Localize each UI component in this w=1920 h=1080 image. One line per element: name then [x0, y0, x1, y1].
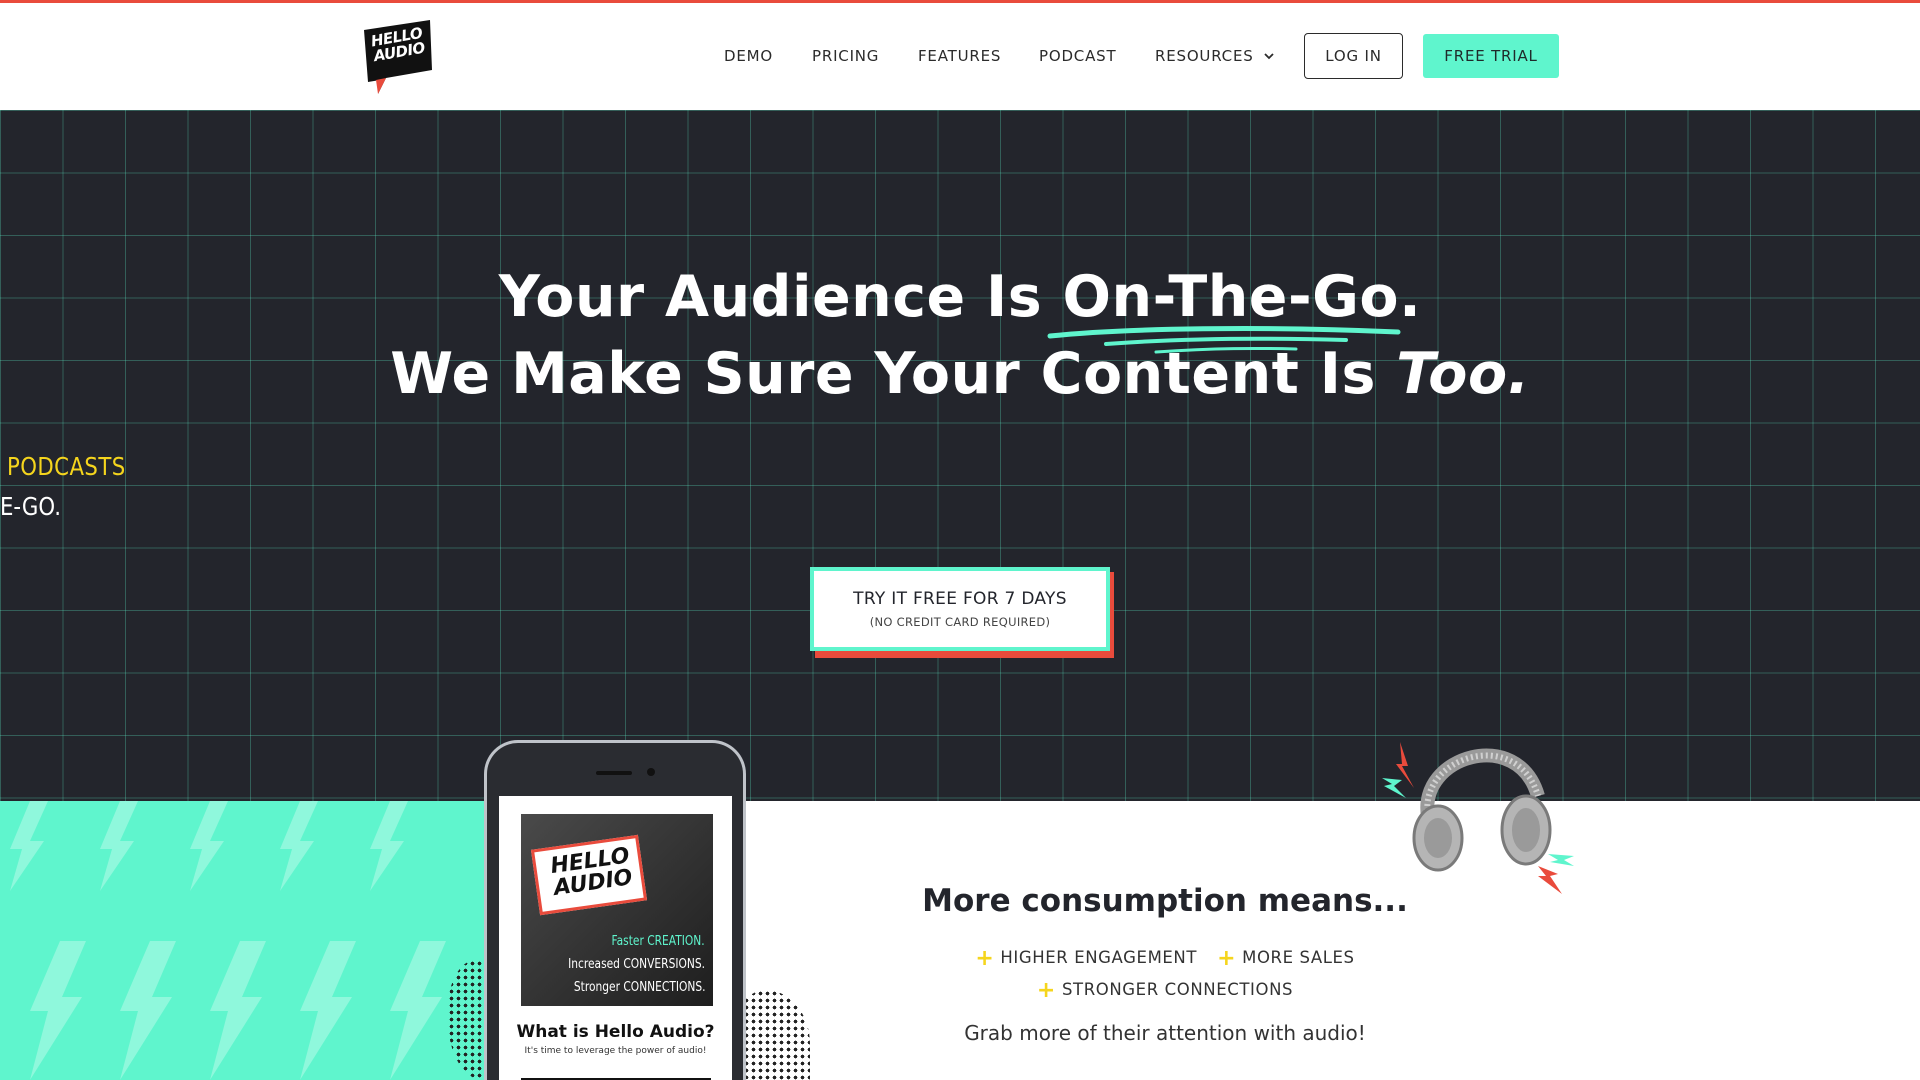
nav-item-resources[interactable]: RESOURCES	[1155, 47, 1254, 65]
cover-logo-badge: HELLO AUDIO	[530, 834, 648, 916]
free-trial-button[interactable]: FREE TRIAL	[1423, 34, 1559, 78]
cta-sub-label: (NO CREDIT CARD REQUIRED)	[869, 615, 1051, 629]
phone-screen-title: What is Hello Audio?	[516, 1022, 715, 1042]
mint-bolt-panel	[0, 801, 490, 1080]
plus-icon: +	[1036, 978, 1056, 1003]
headline-prefix: Your Audience Is	[498, 264, 1063, 330]
benefit-item: + HIGHER ENGAGEMENT	[975, 942, 1197, 974]
nav-item-podcast[interactable]: PODCAST	[1039, 47, 1116, 65]
side-marquee-text-2: E-GO.	[0, 492, 61, 521]
main-nav: DEMO PRICING FEATURES PODCAST RESOURCES …	[0, 3, 1920, 110]
headline-emphasis: Too.	[1396, 341, 1530, 407]
try-free-cta-button[interactable]: TRY IT FREE FOR 7 DAYS (NO CREDIT CARD R…	[810, 567, 1110, 651]
headline-highlight: On-The-Go.	[1062, 264, 1422, 330]
benefits-list: + HIGHER ENGAGEMENT + MORE SALES + STRONGER …	[820, 942, 1510, 1006]
phone-screen: HELLO AUDIO Faster CREATION. Increased C…	[499, 796, 732, 1080]
cover-tagline-3: Stronger CONNECTIONS.	[573, 980, 705, 995]
nav-item-features[interactable]: FEATURES	[918, 47, 1001, 65]
plus-icon: +	[975, 946, 995, 971]
hero-section: Your Audience Is On-The-Go. We Make Sure…	[0, 110, 1920, 801]
hero-headline-line-1: Your Audience Is On-The-Go.	[0, 264, 1920, 330]
plus-icon: +	[1217, 946, 1237, 971]
cover-tagline-2: Increased CONVERSIONS.	[568, 957, 705, 972]
chevron-down-icon[interactable]	[1263, 52, 1275, 60]
benefit-label: STRONGER CONNECTIONS	[1061, 980, 1294, 999]
cover-tagline-1: Faster CREATION.	[611, 934, 705, 949]
headphones-icon	[1382, 742, 1574, 894]
nav-item-pricing[interactable]: PRICING	[812, 47, 879, 65]
phone-camera	[647, 768, 655, 776]
cta-main-label: TRY IT FREE FOR 7 DAYS	[853, 589, 1067, 609]
podcast-cover-art: HELLO AUDIO Faster CREATION. Increased C…	[521, 814, 713, 1006]
cover-logo-text: HELLO AUDIO	[549, 843, 635, 901]
phone-mockup: HELLO AUDIO Faster CREATION. Increased C…	[484, 740, 746, 1080]
benefit-item: + MORE SALES	[1217, 942, 1355, 974]
site-header: HELLO AUDIO DEMO PRICING FEATURES PODCAS…	[0, 3, 1920, 110]
phone-speaker	[596, 771, 632, 775]
lightning-pattern-icon	[10, 801, 446, 1080]
login-button[interactable]: LOG IN	[1304, 33, 1403, 79]
benefit-item: + STRONGER CONNECTIONS	[1037, 974, 1293, 1006]
headline-prefix-2: We Make Sure Your Content Is	[390, 341, 1397, 407]
side-marquee-text-1: PODCASTS	[7, 452, 126, 481]
consumption-title: More consumption means...	[922, 883, 1408, 919]
nav-item-demo[interactable]: DEMO	[724, 47, 773, 65]
consumption-tagline: Grab more of their attention with audio!	[964, 1021, 1366, 1045]
benefit-label: MORE SALES	[1242, 948, 1355, 967]
benefit-label: HIGHER ENGAGEMENT	[1000, 948, 1198, 967]
phone-screen-subtitle: It's time to leverage the power of audio…	[524, 1046, 707, 1056]
hero-headline-line-2: We Make Sure Your Content Is Too.	[0, 341, 1920, 407]
